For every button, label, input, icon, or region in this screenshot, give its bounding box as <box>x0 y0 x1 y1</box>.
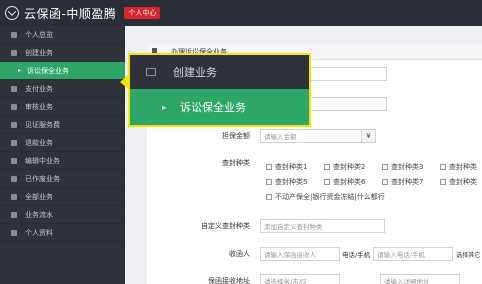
logo-icon <box>5 6 19 20</box>
seal-option[interactable]: 查封种类6 <box>324 177 365 187</box>
grid-icon <box>146 68 156 76</box>
checkbox-icon <box>266 164 272 170</box>
custom-seal-row: 自定义查封种类 添加自定义查封种类 <box>180 219 385 233</box>
seal-option[interactable]: 查封种类3 <box>382 162 423 172</box>
sidebar-item-voided[interactable]: 已作废业务 <box>0 170 125 188</box>
sidebar-item-witness-fee[interactable]: 见证服务费 <box>0 116 125 134</box>
seal-option[interactable]: 查封种类1 <box>266 162 307 172</box>
address-input[interactable]: 请输入详细地址 <box>380 274 460 284</box>
address-row: 保函接收地址 请选择省/市/区 请输入详细地址 <box>190 274 460 284</box>
sidebar-item-label: 业务流水 <box>25 210 53 219</box>
arrow-right-icon: ▸ <box>18 67 22 74</box>
sidebar-item-label: 支付业务 <box>25 84 53 93</box>
amount-label: 担保金额 <box>222 132 250 140</box>
sidebar-item-editing[interactable]: 编辑中业务 <box>0 152 125 170</box>
sidebar-item-label: 已作废业务 <box>25 174 60 183</box>
seal-type-label: 查封种类 <box>222 159 250 167</box>
receiver-input[interactable]: 请输入保函接收人 <box>260 247 340 261</box>
phone-input[interactable]: 请输入电话/手机 <box>373 247 454 261</box>
callout-pointer <box>120 75 128 89</box>
seal-option[interactable]: 查封种类5 <box>266 177 307 187</box>
select-other-link[interactable]: 选择其它 <box>456 250 480 259</box>
sidebar-item-label: 诉讼保全业务 <box>27 66 70 75</box>
callout-title: 创建业务 <box>173 66 217 79</box>
callout-litigation-item[interactable]: ▸ 诉讼保全业务 <box>130 89 309 125</box>
seal-option-extra[interactable]: 不动产保全|银行资金冻结|什么都行 <box>266 192 385 202</box>
sidebar-item-create[interactable]: 创建业务 <box>0 44 125 62</box>
sidebar-item-profile[interactable]: 个人资料 <box>0 224 125 242</box>
list-icon <box>11 103 17 110</box>
sidebar: 个人总览 创建业务 ▸ 诉讼保全业务 支付业务 审核业务 见证服务费 退款业务 编… <box>0 26 131 284</box>
checkbox-icon <box>382 164 388 170</box>
user-icon <box>11 31 17 38</box>
region-select[interactable]: 请选择省/市/区 <box>260 274 340 284</box>
address-label: 保函接收地址 <box>208 277 250 284</box>
sidebar-item-refund[interactable]: 退款业务 <box>0 134 125 152</box>
callout-sub: 诉讼保全业务 <box>180 101 247 114</box>
top-bar: 云保函-中顺盈腾 个人中心 <box>0 0 482 26</box>
checkbox-icon <box>324 164 330 170</box>
grid-icon <box>11 49 17 56</box>
callout-create-item[interactable]: 创建业务 <box>130 55 309 89</box>
phone-label: 电话/手机 <box>342 251 371 259</box>
personal-center-badge[interactable]: 个人中心 <box>124 7 161 19</box>
list-icon <box>11 193 17 200</box>
list-icon <box>11 85 17 92</box>
list-icon <box>11 175 17 182</box>
sidebar-item-label: 创建业务 <box>25 48 53 57</box>
sidebar-item-label: 编辑中业务 <box>25 156 60 165</box>
list-icon <box>11 157 17 164</box>
receiver-row: 收函人 请输入保函接收人 电话/手机 请输入电话/手机 选择其它 <box>200 247 480 261</box>
sidebar-item-label: 全部业务 <box>25 192 53 201</box>
checkbox-icon <box>440 179 446 185</box>
seal-option[interactable]: 查封种类2 <box>324 162 365 172</box>
sidebar-item-review[interactable]: 审核业务 <box>0 98 125 116</box>
checkbox-icon <box>266 194 272 200</box>
seal-option[interactable]: 查封种类 <box>440 162 477 172</box>
sidebar-item-all[interactable]: 全部业务 <box>0 188 125 206</box>
currency-unit: ¥ <box>362 129 376 143</box>
arrow-right-icon: ▸ <box>162 102 167 112</box>
sidebar-item-label: 个人资料 <box>25 228 53 237</box>
sidebar-item-payment[interactable]: 支付业务 <box>0 80 125 98</box>
sidebar-item-litigation[interactable]: ▸ 诉讼保全业务 <box>0 62 131 80</box>
list-icon <box>11 211 17 218</box>
seal-option[interactable]: 查封种类7 <box>382 177 423 187</box>
user-icon <box>11 229 17 236</box>
amount-input[interactable]: 请输入金额 <box>260 129 362 143</box>
receiver-label: 收函人 <box>229 250 250 258</box>
custom-seal-label: 自定义查封种类 <box>201 222 250 230</box>
sidebar-item-label: 见证服务费 <box>25 120 60 129</box>
seal-option[interactable]: 查封种类 <box>440 177 477 187</box>
amount-row: 担保金额 请输入金额 ¥ <box>200 129 376 143</box>
checkbox-icon <box>266 179 272 185</box>
list-icon <box>11 121 17 128</box>
custom-seal-input[interactable]: 添加自定义查封种类 <box>260 219 385 233</box>
sidebar-item-flow[interactable]: 业务流水 <box>0 206 125 224</box>
sidebar-item-label: 审核业务 <box>25 102 53 111</box>
brand-title: 云保函-中顺盈腾 <box>24 6 117 21</box>
checkbox-icon <box>440 164 446 170</box>
checkbox-icon <box>324 179 330 185</box>
sidebar-item-label: 退款业务 <box>25 138 53 147</box>
callout-popup: 创建业务 ▸ 诉讼保全业务 <box>128 53 311 127</box>
checkbox-icon <box>382 179 388 185</box>
list-icon <box>11 139 17 146</box>
sidebar-item-label: 个人总览 <box>25 30 53 39</box>
sidebar-item-overview[interactable]: 个人总览 <box>0 26 125 44</box>
